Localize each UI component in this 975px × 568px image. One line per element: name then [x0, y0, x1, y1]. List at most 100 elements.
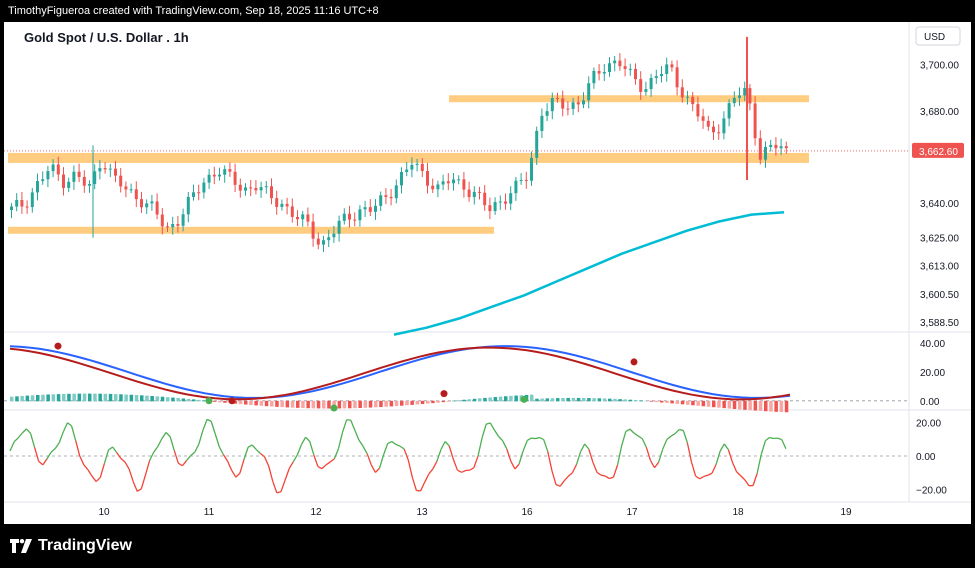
osc-line-segment	[715, 450, 721, 465]
tradingview-logo[interactable]: TradingView	[10, 536, 132, 556]
osc-line-segment	[662, 439, 668, 450]
osc-line-segment	[305, 436, 311, 442]
macd-histogram-bar	[613, 398, 617, 402]
candle-body	[88, 184, 91, 186]
osc-line-segment	[690, 461, 697, 477]
osc-line-segment	[777, 437, 783, 441]
candle-body	[649, 77, 653, 90]
osc-line-segment	[255, 449, 261, 454]
macd-histogram-bar	[753, 400, 758, 411]
osc-line-segment	[522, 440, 528, 452]
candle-body	[140, 199, 143, 208]
macd-histogram-bar	[550, 398, 555, 402]
macd-histogram-bar	[280, 400, 284, 408]
candle-body	[10, 206, 13, 210]
candle-body	[623, 66, 627, 69]
candle-body	[114, 168, 117, 176]
time-tick-label: 12	[310, 507, 322, 518]
osc-line-segment	[740, 475, 746, 481]
osc-line-segment	[584, 443, 590, 450]
osc-line-segment	[354, 430, 360, 441]
macd-histogram-bar	[114, 394, 118, 402]
time-tick-label: 19	[840, 507, 852, 518]
macd-histogram-bar	[634, 400, 638, 402]
price-tick-label: 3,625.00	[920, 234, 959, 245]
macd-histogram-bar	[472, 398, 477, 402]
osc-line-segment	[432, 460, 438, 470]
macd-histogram-bar	[727, 400, 732, 409]
osc-line-segment	[83, 464, 89, 471]
macd-histogram-bar	[72, 393, 76, 402]
osc-line-segment	[190, 451, 196, 457]
osc-line-segment	[756, 454, 762, 474]
osc-line-segment	[284, 468, 290, 481]
osc-line-segment	[374, 467, 380, 473]
macd-cross-marker	[205, 397, 213, 405]
macd-histogram-bar	[108, 393, 113, 402]
credit-bar: TimothyFigueroa created with TradingView…	[0, 0, 975, 22]
osc-line-segment	[510, 460, 516, 470]
candle-body	[535, 130, 539, 158]
candle-body	[670, 64, 674, 68]
macd-histogram-bar	[498, 396, 503, 402]
macd-histogram-bar	[358, 400, 362, 408]
osc-line-segment	[629, 428, 635, 434]
footer-bar: TradingView	[0, 524, 975, 568]
candle-body	[758, 138, 762, 160]
candle-body	[691, 96, 695, 105]
macd-histogram-bar	[384, 400, 388, 407]
macd-tick-label: 20.00	[920, 368, 945, 379]
price-tick-label: 3,588.50	[920, 318, 959, 329]
macd-histogram-bar	[509, 395, 513, 402]
chart-area[interactable]: Gold Spot / U.S. Dollar . 1h USD 3,662.6…	[4, 22, 971, 524]
osc-line-segment	[173, 450, 179, 464]
candle-body	[478, 191, 481, 193]
osc-line-segment	[695, 475, 701, 480]
macd-histogram-bar	[639, 400, 643, 402]
time-tick-label: 16	[521, 507, 533, 518]
macd-histogram-bar	[348, 400, 352, 409]
candle-body	[129, 189, 133, 191]
osc-line-segment	[609, 476, 614, 480]
osc-line-segment	[633, 432, 639, 437]
candle-body	[582, 100, 585, 105]
candle-body	[727, 103, 731, 119]
osc-line-segment	[514, 463, 520, 470]
osc-line-segment	[17, 432, 23, 439]
candle-body	[509, 193, 513, 204]
macd-histogram-bar	[738, 400, 742, 410]
axes: 3,700.00 3,680.00 3,640.00 3,625.00 3,613.00…	[98, 61, 959, 518]
osc-line-segment	[621, 431, 627, 446]
osc-line-segment	[440, 441, 446, 450]
macd-histogram-bar	[98, 393, 102, 402]
osc-line-segment	[686, 442, 693, 463]
osc-line-segment	[103, 449, 110, 464]
candle-body	[644, 89, 648, 92]
macd-histogram-bar	[285, 400, 290, 408]
time-tick-label: 13	[416, 507, 428, 518]
osc-line-segment	[239, 459, 245, 474]
candle-body	[654, 76, 658, 78]
osc-line-segment	[226, 460, 233, 471]
macd-histogram-bar	[176, 398, 180, 402]
osc-line-segment	[67, 422, 72, 427]
candle-body	[171, 224, 175, 228]
osc-line-segment	[75, 440, 81, 457]
osc-line-segment	[736, 471, 742, 477]
osc-line-segment	[551, 470, 557, 485]
candle-body	[384, 195, 388, 197]
candle-body	[41, 179, 45, 182]
macd-histogram-bar	[134, 395, 139, 402]
osc-line-segment	[448, 445, 454, 460]
candle-body	[316, 238, 320, 245]
macd-histogram-bar	[290, 400, 295, 408]
candles: 3,662.60	[4, 36, 964, 253]
candle-body	[660, 74, 663, 77]
macd-histogram-bar	[20, 395, 24, 402]
price-chart-svg[interactable]: Gold Spot / U.S. Dollar . 1h USD 3,662.6…	[4, 22, 971, 524]
macd-histogram-bar	[306, 400, 310, 409]
candle-body	[296, 216, 299, 220]
candle-body	[197, 192, 201, 194]
osc-line-segment	[116, 452, 122, 459]
candle-body	[264, 186, 268, 188]
